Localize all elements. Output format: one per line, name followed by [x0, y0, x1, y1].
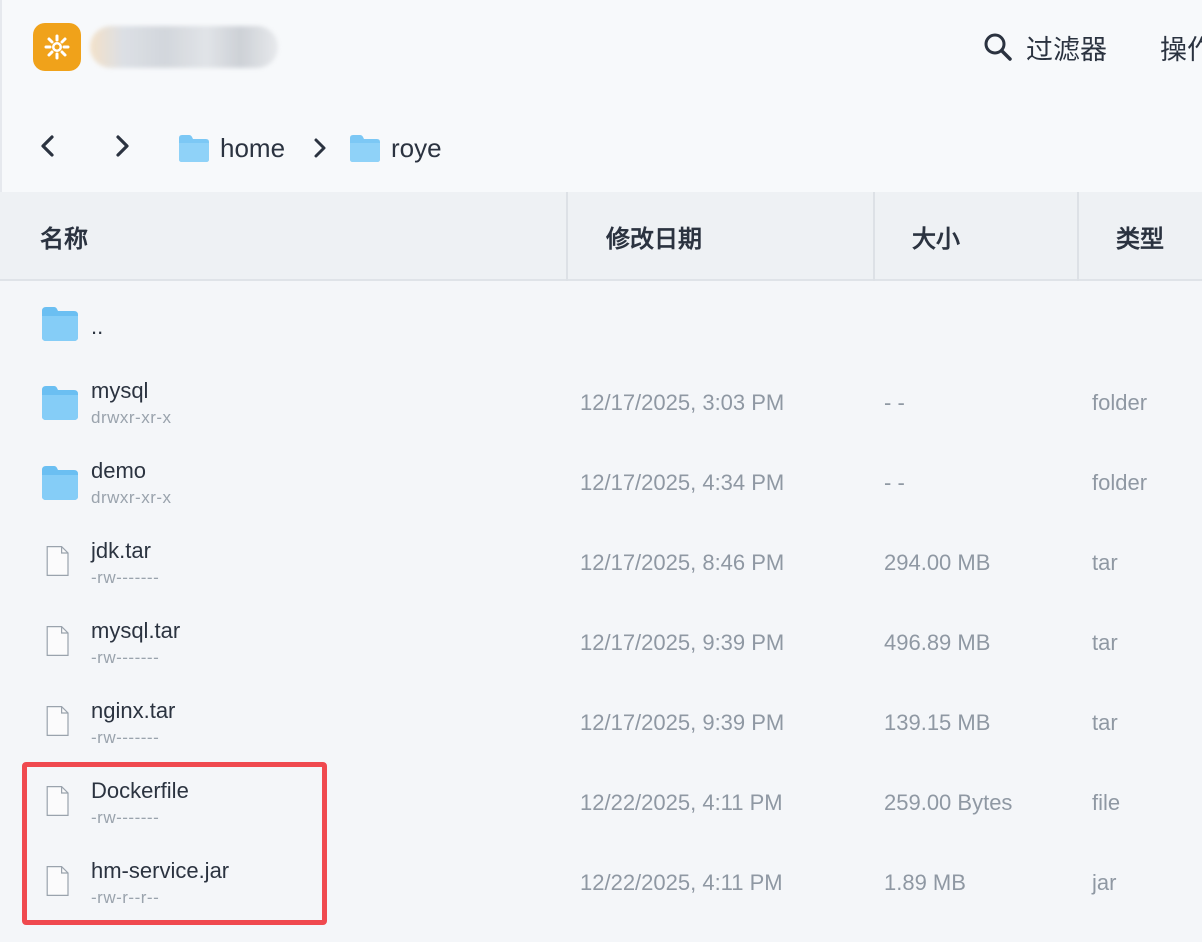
file-size: 259.00 Bytes [884, 790, 1013, 815]
column-size[interactable]: 大小 [912, 192, 960, 281]
search-icon [984, 33, 1012, 61]
file-name: jdk.tar [91, 538, 151, 563]
table-row[interactable]: mysql.tar -rw------- 12/17/2025, 9:39 PM… [0, 602, 1202, 682]
file-size: 1.89 MB [884, 870, 966, 895]
file-modified: 12/17/2025, 8:46 PM [580, 550, 785, 575]
table-header: 名称 修改日期 大小 类型 [0, 192, 1202, 281]
file-icon [46, 546, 69, 576]
column-modified[interactable]: 修改日期 [606, 192, 702, 281]
forward-button[interactable] [104, 128, 140, 164]
folder-icon [179, 135, 209, 162]
column-divider[interactable] [873, 192, 875, 281]
column-divider[interactable] [566, 192, 568, 281]
file-modified: 12/17/2025, 9:39 PM [580, 710, 785, 735]
file-icon [46, 626, 69, 656]
folder-icon [42, 386, 78, 420]
table-row[interactable]: mysql drwxr-xr-x 12/17/2025, 3:03 PM - -… [0, 362, 1202, 442]
file-icon [46, 706, 69, 736]
table-row[interactable]: Dockerfile -rw------- 12/22/2025, 4:11 P… [0, 762, 1202, 842]
file-permissions: -rw------- [91, 808, 160, 827]
back-button[interactable] [30, 128, 66, 164]
file-size: - - [884, 390, 905, 415]
file-icon [46, 786, 69, 816]
app-logo-icon[interactable] [33, 23, 81, 71]
filter-button[interactable]: 过滤器 [982, 26, 1107, 68]
file-modified: 12/22/2025, 4:11 PM [580, 870, 783, 895]
file-permissions: -rw-r--r-- [91, 888, 160, 907]
chevron-right-icon [116, 135, 129, 157]
filter-label: 过滤器 [1026, 34, 1107, 65]
table-row[interactable]: hm-service.jar -rw-r--r-- 12/22/2025, 4:… [0, 842, 1202, 922]
file-type: jar [1092, 870, 1117, 895]
file-permissions: drwxr-xr-x [91, 408, 172, 427]
account-name-blurred[interactable] [90, 26, 278, 68]
file-size: - - [884, 470, 905, 495]
file-name: demo [91, 458, 147, 483]
list-item-parent[interactable]: .. [0, 281, 1202, 361]
file-name: mysql.tar [91, 618, 181, 643]
file-type: folder [1092, 390, 1148, 415]
file-name: Dockerfile [91, 778, 189, 803]
file-permissions: drwxr-xr-x [91, 488, 172, 507]
file-list: .. mysql drwxr-xr-x 12/17/2025, 3:03 PM … [0, 281, 1202, 942]
file-name: nginx.tar [91, 698, 176, 723]
chevron-left-icon [41, 135, 54, 157]
file-permissions: -rw------- [91, 648, 160, 667]
table-row[interactable]: jdk.tar -rw------- 12/17/2025, 8:46 PM 2… [0, 522, 1202, 602]
breadcrumb-home-label: home [220, 132, 286, 163]
file-type: folder [1092, 470, 1148, 495]
file-type: file [1092, 790, 1121, 815]
breadcrumb-separator [305, 130, 335, 166]
table-row[interactable]: nginx.tar -rw------- 12/17/2025, 9:39 PM… [0, 682, 1202, 762]
file-size: 294.00 MB [884, 550, 991, 575]
column-name[interactable]: 名称 [40, 192, 88, 281]
file-modified: 12/17/2025, 9:39 PM [580, 630, 785, 655]
file-name: mysql [91, 378, 149, 403]
top-bar: 过滤器 操作 home roye [0, 0, 1202, 192]
breadcrumb-roye-label: roye [391, 132, 442, 163]
file-modified: 12/17/2025, 3:03 PM [580, 390, 785, 415]
file-permissions: -rw------- [91, 728, 160, 747]
breadcrumb-home[interactable]: home [178, 128, 285, 168]
file-name: hm-service.jar [91, 858, 230, 883]
folder-icon [42, 466, 78, 500]
file-type: tar [1092, 630, 1118, 655]
file-name: .. [91, 314, 104, 339]
chevron-right-icon [314, 138, 326, 158]
file-size: 139.15 MB [884, 710, 991, 735]
operations-button[interactable]: 操作 [1160, 26, 1202, 68]
folder-icon [350, 135, 380, 162]
file-permissions: -rw------- [91, 568, 160, 587]
breadcrumb-roye[interactable]: roye [349, 128, 442, 168]
operations-label: 操作 [1160, 34, 1202, 65]
file-modified: 12/17/2025, 4:34 PM [580, 470, 785, 495]
file-type: tar [1092, 550, 1118, 575]
file-size: 496.89 MB [884, 630, 991, 655]
file-icon [46, 866, 69, 896]
file-type: tar [1092, 710, 1118, 735]
column-divider[interactable] [1077, 192, 1079, 281]
column-type[interactable]: 类型 [1116, 192, 1164, 281]
table-row[interactable]: demo drwxr-xr-x 12/17/2025, 4:34 PM - - … [0, 442, 1202, 522]
file-modified: 12/22/2025, 4:11 PM [580, 790, 783, 815]
folder-icon [42, 307, 78, 341]
